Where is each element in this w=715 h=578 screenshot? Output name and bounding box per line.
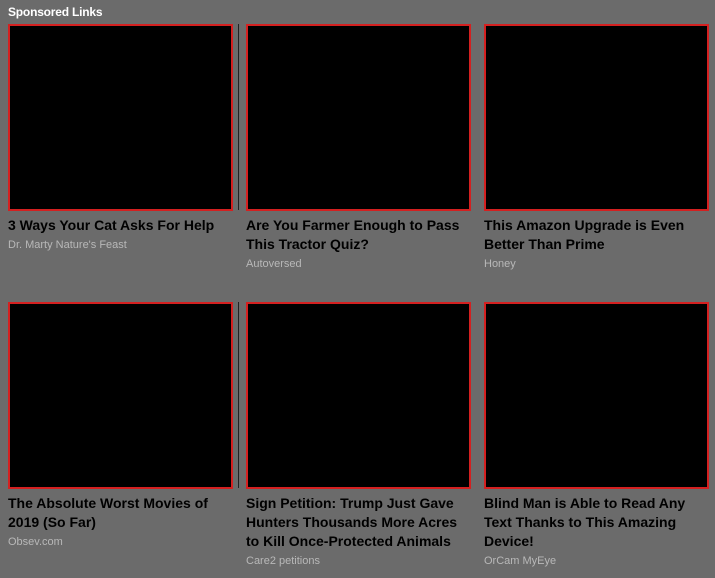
ad-title[interactable]: 3 Ways Your Cat Asks For Help [8, 216, 233, 235]
ad-card[interactable]: Sign Petition: Trump Just Gave Hunters T… [246, 302, 471, 568]
sponsored-links-widget: Sponsored Links 3 Ways Your Cat Asks For… [0, 0, 715, 578]
ad-title[interactable]: Are You Farmer Enough to Pass This Tract… [246, 216, 471, 254]
ad-thumbnail[interactable] [246, 24, 471, 211]
ad-card[interactable]: 3 Ways Your Cat Asks For Help Dr. Marty … [8, 24, 233, 252]
ad-title[interactable]: The Absolute Worst Movies of 2019 (So Fa… [8, 494, 233, 532]
ad-thumbnail[interactable] [8, 24, 233, 211]
ad-source: Autoversed [246, 258, 302, 270]
sponsored-links-header: Sponsored Links [8, 5, 103, 19]
ad-source: Care2 petitions [246, 555, 320, 567]
column-divider [238, 24, 239, 210]
ad-source: OrCam MyEye [484, 555, 557, 567]
ad-thumbnail[interactable] [8, 302, 233, 489]
ad-card[interactable]: This Amazon Upgrade is Even Better Than … [484, 24, 709, 271]
ad-source: Dr. Marty Nature's Feast [8, 239, 127, 251]
ad-card[interactable]: The Absolute Worst Movies of 2019 (So Fa… [8, 302, 233, 549]
ad-source: Obsev.com [8, 536, 63, 548]
ad-title[interactable]: This Amazon Upgrade is Even Better Than … [484, 216, 709, 254]
ad-source: Honey [484, 258, 516, 270]
ad-thumbnail[interactable] [246, 302, 471, 489]
ad-card[interactable]: Are You Farmer Enough to Pass This Tract… [246, 24, 471, 271]
ad-card[interactable]: Blind Man is Able to Read Any Text Thank… [484, 302, 709, 568]
ad-title[interactable]: Blind Man is Able to Read Any Text Thank… [484, 494, 709, 551]
column-divider [238, 302, 239, 488]
ad-thumbnail[interactable] [484, 302, 709, 489]
ad-title[interactable]: Sign Petition: Trump Just Gave Hunters T… [246, 494, 471, 551]
ad-thumbnail[interactable] [484, 24, 709, 211]
